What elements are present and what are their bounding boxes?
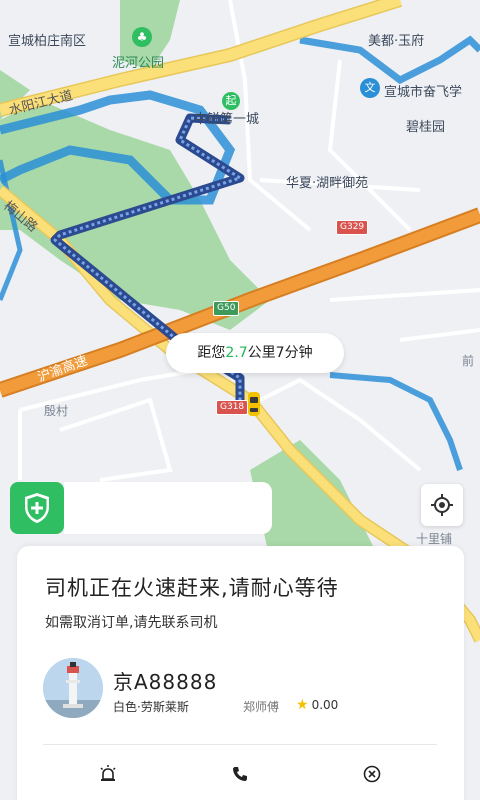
map-label-community: 华夏·湖畔御苑 xyxy=(286,176,369,191)
car-description: 白色·劳斯莱斯 xyxy=(113,700,189,714)
alarm-icon xyxy=(100,765,116,781)
locate-icon xyxy=(431,494,453,516)
alarm-button[interactable] xyxy=(93,764,123,784)
shield-plus-icon xyxy=(25,493,49,523)
school-pin-icon: 文 xyxy=(360,78,380,98)
driver-status-card: 司机正在火速赶来,请耐心等待 如需取消订单,请先联系司机 京A88888 白色·… xyxy=(17,546,464,800)
shield-g329: G329 xyxy=(336,220,369,235)
map-label-start: 中锐第一城 xyxy=(194,112,260,127)
driver-name: 郑师傅 xyxy=(243,700,280,714)
cancel-order-button[interactable] xyxy=(357,764,387,784)
cancel-icon xyxy=(363,765,381,783)
lighthouse-image xyxy=(43,658,103,718)
park-pin-icon: ♣ xyxy=(132,27,152,47)
map-label-area-right: 碧桂园 xyxy=(406,120,446,135)
map-label-right-edge: 前 xyxy=(462,354,475,368)
status-title: 司机正在火速赶来,请耐心等待 xyxy=(45,576,339,600)
eta-bubble: 距您2.7公里7分钟 xyxy=(166,333,344,373)
map-label-park: 泥河公园 xyxy=(112,56,165,71)
map-label-village: 殷村 xyxy=(44,404,69,418)
map-label-area-ne: 美都·玉府 xyxy=(368,34,425,49)
driver-rating: ★ 0.00 xyxy=(296,697,338,713)
map-label-school: 宣城市奋飞学 xyxy=(384,85,463,100)
shield-g318: G318 xyxy=(216,400,249,415)
map-label-district: 宣城柏庄南区 xyxy=(8,34,87,49)
locate-button[interactable] xyxy=(421,484,463,526)
star-icon: ★ xyxy=(296,697,309,713)
car-marker xyxy=(248,392,260,416)
safety-button[interactable] xyxy=(10,482,64,534)
call-driver-button[interactable] xyxy=(225,764,255,784)
status-subtitle: 如需取消订单,请先联系司机 xyxy=(45,615,218,631)
car-plate: 京A88888 xyxy=(113,670,218,694)
card-divider xyxy=(43,744,437,745)
rating-value: 0.00 xyxy=(311,698,339,712)
map-label-town: 十里铺 xyxy=(416,532,453,546)
safety-info-strip[interactable] xyxy=(64,482,272,534)
eta-prefix: 距您 xyxy=(197,345,226,361)
eta-distance: 2.7 xyxy=(225,345,248,361)
shield-g50: G50 xyxy=(213,301,240,316)
eta-suffix: 公里7分钟 xyxy=(247,345,313,361)
driver-avatar[interactable] xyxy=(43,658,103,718)
phone-icon xyxy=(233,767,247,781)
